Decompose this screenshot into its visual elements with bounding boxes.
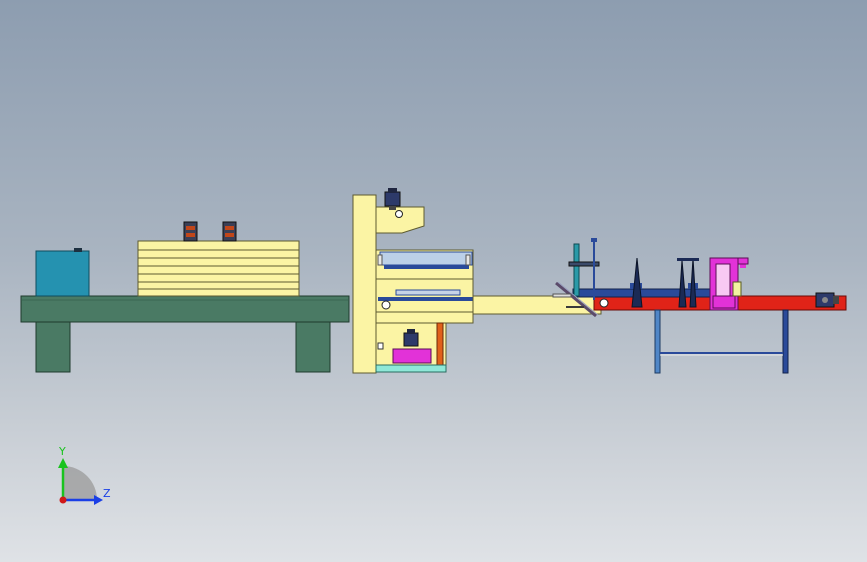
y-axis-arrowhead <box>58 458 68 468</box>
axis-triad: Y Z <box>58 445 111 505</box>
machine-drawing: Y Z <box>20 188 847 505</box>
fan-motor-left <box>183 221 198 242</box>
triad-origin <box>59 496 67 504</box>
shrink-tunnel <box>137 240 300 297</box>
z-axis-label: Z <box>103 487 111 500</box>
shrink-table <box>20 295 350 373</box>
heater-control-box <box>35 250 90 297</box>
fan-motor-right <box>222 221 237 242</box>
cad-viewport[interactable]: Y Z <box>0 0 867 562</box>
z-axis-arrowhead <box>94 495 103 505</box>
film-drive-block <box>392 348 432 364</box>
y-axis-label: Y <box>58 445 66 458</box>
view-plane-quadrant <box>63 466 97 500</box>
